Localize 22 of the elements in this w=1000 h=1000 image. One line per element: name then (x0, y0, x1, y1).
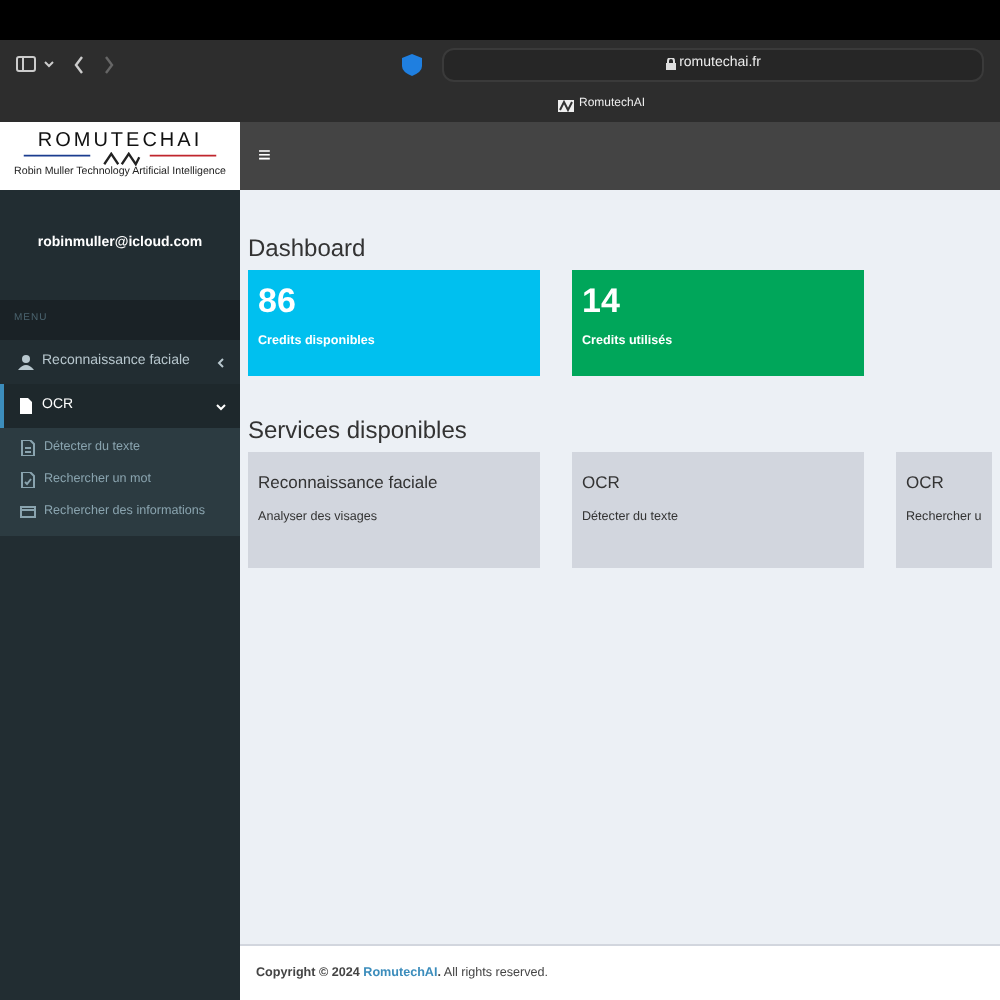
lock-icon (665, 58, 676, 70)
chevron-down-icon[interactable] (44, 60, 54, 68)
chevron-left-icon (216, 357, 226, 367)
document-check-icon (20, 472, 36, 488)
document-icon (20, 440, 36, 456)
chevron-down-icon (216, 401, 226, 411)
stat-value: 14 (582, 284, 622, 322)
card-title: OCR (582, 470, 622, 496)
card-title: Reconnaissance faciale (258, 470, 440, 496)
file-icon (18, 398, 34, 414)
section-title: Services disponibles (248, 414, 469, 448)
sidebar-icon[interactable] (16, 56, 36, 72)
back-icon[interactable] (74, 55, 84, 73)
menu-toggle[interactable]: ≡ (256, 143, 273, 169)
shield-icon[interactable] (402, 53, 422, 75)
page-title: Dashboard (248, 232, 368, 266)
card-title: OCR (906, 470, 946, 496)
person-icon (18, 354, 34, 370)
stat-value: 86 (258, 284, 298, 322)
favicon (558, 99, 575, 111)
card-icon (20, 504, 36, 520)
forward-icon[interactable] (104, 55, 114, 73)
